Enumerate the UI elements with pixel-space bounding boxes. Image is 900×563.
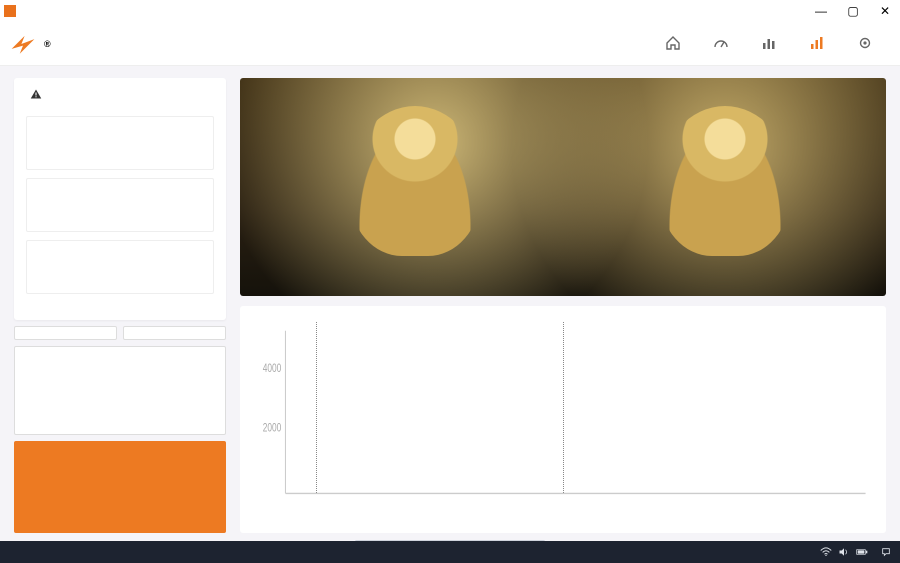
- window-minimize-button[interactable]: —: [810, 4, 832, 18]
- logo-reg-mark: ®: [44, 39, 51, 49]
- monitor-panel: 4000 2000: [240, 306, 886, 533]
- results-main: 4000 2000: [240, 78, 886, 533]
- notifications-icon[interactable]: [880, 547, 892, 557]
- hero-title: [240, 241, 886, 272]
- bars-icon: [761, 35, 777, 51]
- score-card: [14, 78, 226, 320]
- taskbar[interactable]: [0, 541, 900, 563]
- hero-banner: [240, 78, 886, 296]
- compare-online-button[interactable]: [14, 346, 226, 435]
- window-close-button[interactable]: ✕: [874, 4, 896, 18]
- titlebar: — ▢ ✕: [0, 0, 900, 22]
- monitor-chart[interactable]: 4000 2000: [250, 316, 876, 523]
- hardware-info: [26, 294, 214, 310]
- app-logo: ®: [10, 31, 51, 57]
- nav-results[interactable]: [800, 35, 834, 53]
- metric-xess-off: [26, 116, 214, 170]
- metric-perf-diff-value: [37, 249, 203, 285]
- volume-icon[interactable]: [838, 547, 850, 557]
- app-icon: [4, 5, 16, 17]
- svg-text:2000: 2000: [263, 422, 282, 435]
- nav-options[interactable]: [848, 35, 882, 53]
- results-icon: [809, 35, 825, 51]
- metric-xess-off-value: [37, 125, 203, 161]
- app-header: ®: [0, 22, 900, 66]
- marker-xess-start: [316, 322, 317, 493]
- warning-icon: [30, 88, 42, 100]
- metric-xess-on-value: [37, 187, 203, 223]
- load-button[interactable]: [14, 326, 117, 340]
- gauge-icon: [713, 35, 729, 51]
- nav-stress[interactable]: [752, 35, 786, 53]
- metric-xess-on: [26, 178, 214, 232]
- content-area: 4000 2000: [0, 66, 900, 541]
- metric-perf-diff: [26, 240, 214, 294]
- chart-legend-labels: [250, 525, 876, 527]
- nav-tabs: [656, 35, 882, 53]
- window-maximize-button[interactable]: ▢: [842, 4, 864, 18]
- svg-text:4000: 4000: [263, 363, 282, 376]
- battery-icon[interactable]: [856, 547, 868, 557]
- wifi-icon[interactable]: [820, 547, 832, 557]
- nav-benchmark[interactable]: [704, 35, 738, 53]
- results-sidebar: [14, 78, 226, 533]
- save-button[interactable]: [123, 326, 226, 340]
- home-icon: [665, 35, 681, 51]
- rerun-button[interactable]: [14, 441, 226, 534]
- marker-xess-on: [563, 322, 564, 493]
- logo-mark-icon: [10, 31, 36, 57]
- nav-home[interactable]: [656, 35, 690, 53]
- gear-icon: [857, 35, 873, 51]
- score-title: [26, 88, 214, 100]
